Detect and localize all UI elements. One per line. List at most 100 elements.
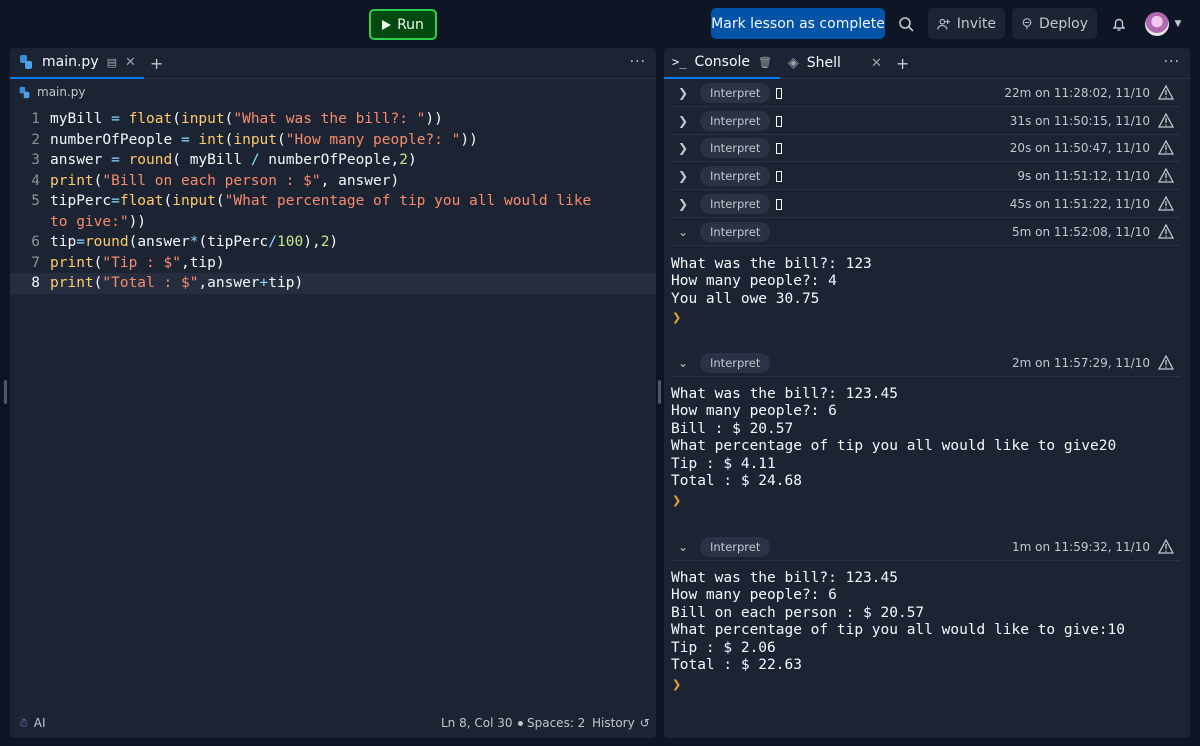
left-resize-handle[interactable] bbox=[4, 380, 7, 404]
mark-lesson-complete-button[interactable]: Mark lesson as complete bbox=[711, 8, 885, 39]
chevron-right-icon[interactable]: ❯ bbox=[670, 169, 696, 183]
invite-button[interactable]: Invite bbox=[928, 8, 1005, 39]
spaces-label: Spaces: 2 bbox=[527, 716, 586, 730]
ai-button[interactable]: ☃ AI bbox=[18, 716, 46, 730]
entry-timestamp: 31s on 11:50:15, 11/10 bbox=[1009, 114, 1150, 128]
run-button[interactable]: Run bbox=[369, 9, 437, 40]
code-line: 3 answer = round( myBill / numberOfPeopl… bbox=[10, 150, 656, 171]
console-entry[interactable]: ❯ Interpret 45s on 11:51:22, 11/10 bbox=[670, 191, 1180, 218]
code-text: print("Tip : $",tip) bbox=[50, 254, 225, 271]
code-area[interactable]: 1 myBill = float(input("What was the bil… bbox=[10, 105, 656, 294]
invite-label: Invite bbox=[956, 15, 996, 32]
pane-resize-handle[interactable] bbox=[658, 380, 661, 404]
code-text: numberOfPeople = int(input("How many peo… bbox=[50, 131, 478, 148]
warning-icon bbox=[1158, 196, 1174, 211]
console-entry[interactable]: ❯ Interpret 9s on 11:51:12, 11/10 bbox=[670, 163, 1180, 190]
interpret-badge: Interpret bbox=[700, 222, 771, 242]
console-entry-expanded[interactable]: ⌄ Interpret 2m on 11:57:29, 11/10 bbox=[670, 350, 1180, 377]
console-output: What was the bill?: 123.45 How many peop… bbox=[671, 386, 1117, 490]
console-entry[interactable]: ❯ Interpret 22m on 11:28:02, 11/10 bbox=[670, 80, 1180, 107]
entry-timestamp: 20s on 11:50:47, 11/10 bbox=[1009, 141, 1150, 155]
tab-console[interactable]: >_ Console 🗑 bbox=[664, 48, 780, 79]
console-output: What was the bill?: 123.45 How many peop… bbox=[671, 570, 1125, 674]
warning-icon bbox=[1158, 168, 1174, 183]
cursor-position[interactable]: Ln 8, Col 30 bbox=[441, 716, 513, 730]
code-line: 4 print("Bill on each person : $", answe… bbox=[10, 171, 656, 192]
add-tab-icon[interactable]: + bbox=[144, 54, 169, 73]
breadcrumb-file[interactable]: main.py bbox=[37, 85, 86, 99]
chevron-down-icon[interactable]: ⌄ bbox=[670, 225, 696, 239]
bell-icon[interactable] bbox=[1106, 8, 1132, 39]
chevron-right-icon[interactable]: ❯ bbox=[670, 86, 696, 100]
history-icon: ↺ bbox=[639, 716, 650, 730]
code-line: 7 print("Tip : $",tip) bbox=[10, 253, 656, 274]
chevron-right-icon[interactable]: ❯ bbox=[670, 197, 696, 211]
tab-label: main.py bbox=[42, 54, 99, 70]
chevron-right-icon[interactable]: ❯ bbox=[670, 141, 696, 155]
deploy-icon bbox=[1022, 17, 1032, 29]
warning-icon bbox=[1158, 85, 1174, 100]
more-options-icon[interactable]: ··· bbox=[1164, 54, 1180, 70]
file-settings-icon[interactable]: ▤ bbox=[107, 56, 117, 69]
cursor-icon bbox=[776, 87, 783, 99]
breadcrumb: main.py bbox=[10, 79, 656, 105]
line-number: 1 bbox=[31, 111, 40, 127]
tab-label: Shell bbox=[806, 55, 841, 71]
tab-label: Console bbox=[694, 54, 751, 70]
avatar-menu[interactable]: ▼ bbox=[1143, 8, 1183, 39]
search-icon[interactable] bbox=[893, 8, 919, 39]
console-output: What was the bill?: 123 How many people?… bbox=[671, 256, 872, 307]
line-number: 6 bbox=[31, 234, 40, 250]
line-number: 8 bbox=[31, 275, 40, 291]
entry-timestamp: 22m on 11:28:02, 11/10 bbox=[1004, 86, 1150, 100]
add-user-icon bbox=[937, 18, 950, 29]
interpret-badge: Interpret bbox=[700, 111, 771, 131]
cursor-icon bbox=[776, 142, 783, 154]
ai-icon: ☃ bbox=[18, 716, 29, 730]
more-options-icon[interactable]: ··· bbox=[630, 54, 646, 70]
close-icon[interactable]: ✕ bbox=[871, 56, 882, 71]
tab-main-py[interactable]: main.py ▤ ✕ bbox=[10, 48, 144, 79]
chevron-down-icon[interactable]: ⌄ bbox=[670, 540, 696, 554]
console-entry-expanded[interactable]: ⌄ Interpret 1m on 11:59:32, 11/10 bbox=[670, 534, 1180, 561]
console-entry[interactable]: ❯ Interpret 31s on 11:50:15, 11/10 bbox=[670, 108, 1180, 135]
prompt-icon[interactable]: ❯ bbox=[672, 678, 681, 691]
top-bar: Run Mark lesson as complete Invite Deplo… bbox=[0, 0, 1200, 46]
add-tab-icon[interactable]: + bbox=[890, 54, 915, 73]
interpret-badge: Interpret bbox=[700, 537, 771, 557]
code-text: myBill = float(input("What was the bill?… bbox=[50, 111, 443, 127]
shell-icon: ◈ bbox=[788, 55, 799, 71]
history-button[interactable]: History ↺ bbox=[592, 716, 650, 730]
deploy-button[interactable]: Deploy bbox=[1012, 8, 1097, 39]
chevron-down-icon[interactable]: ⌄ bbox=[670, 356, 696, 370]
terminal-icon: >_ bbox=[672, 55, 687, 69]
trash-icon[interactable]: 🗑 bbox=[758, 56, 772, 69]
console-entry-expanded[interactable]: ⌄ Interpret 5m on 11:52:08, 11/10 bbox=[670, 219, 1180, 246]
code-text: tipPerc=float(input("What percentage of … bbox=[50, 193, 601, 230]
cursor-icon bbox=[776, 198, 783, 210]
console-tab-bar: >_ Console 🗑 ◈ Shell ✕ + ··· bbox=[664, 48, 1190, 79]
line-number: 3 bbox=[31, 152, 40, 168]
entry-timestamp: 1m on 11:59:32, 11/10 bbox=[1011, 540, 1150, 554]
code-line: 5 tipPerc=float(input("What percentage o… bbox=[10, 191, 656, 232]
interpret-badge: Interpret bbox=[700, 353, 771, 373]
tab-shell[interactable]: ◈ Shell ✕ bbox=[780, 48, 890, 79]
status-bar: ☃ AI Ln 8, Col 30 Spaces: 2 History ↺ bbox=[10, 708, 656, 738]
entry-timestamp: 45s on 11:51:22, 11/10 bbox=[1009, 197, 1150, 211]
history-label: History bbox=[592, 716, 635, 730]
close-icon[interactable]: ✕ bbox=[125, 55, 136, 70]
chevron-right-icon[interactable]: ❯ bbox=[670, 114, 696, 128]
console-entry[interactable]: ❯ Interpret 20s on 11:50:47, 11/10 bbox=[670, 135, 1180, 162]
ai-label: AI bbox=[33, 716, 46, 730]
cursor-icon bbox=[776, 170, 783, 182]
warning-icon bbox=[1158, 224, 1174, 239]
cursor-icon bbox=[776, 115, 783, 127]
entry-timestamp: 5m on 11:52:08, 11/10 bbox=[1011, 225, 1150, 239]
warning-icon bbox=[1158, 539, 1174, 554]
play-icon bbox=[382, 19, 392, 30]
indent-setting[interactable]: Spaces: 2 bbox=[518, 716, 585, 730]
code-line: 2 numberOfPeople = int(input("How many p… bbox=[10, 130, 656, 151]
line-number: 2 bbox=[31, 131, 40, 148]
editor-tab-bar: main.py ▤ ✕ + ··· bbox=[10, 48, 656, 79]
python-icon bbox=[20, 55, 32, 69]
